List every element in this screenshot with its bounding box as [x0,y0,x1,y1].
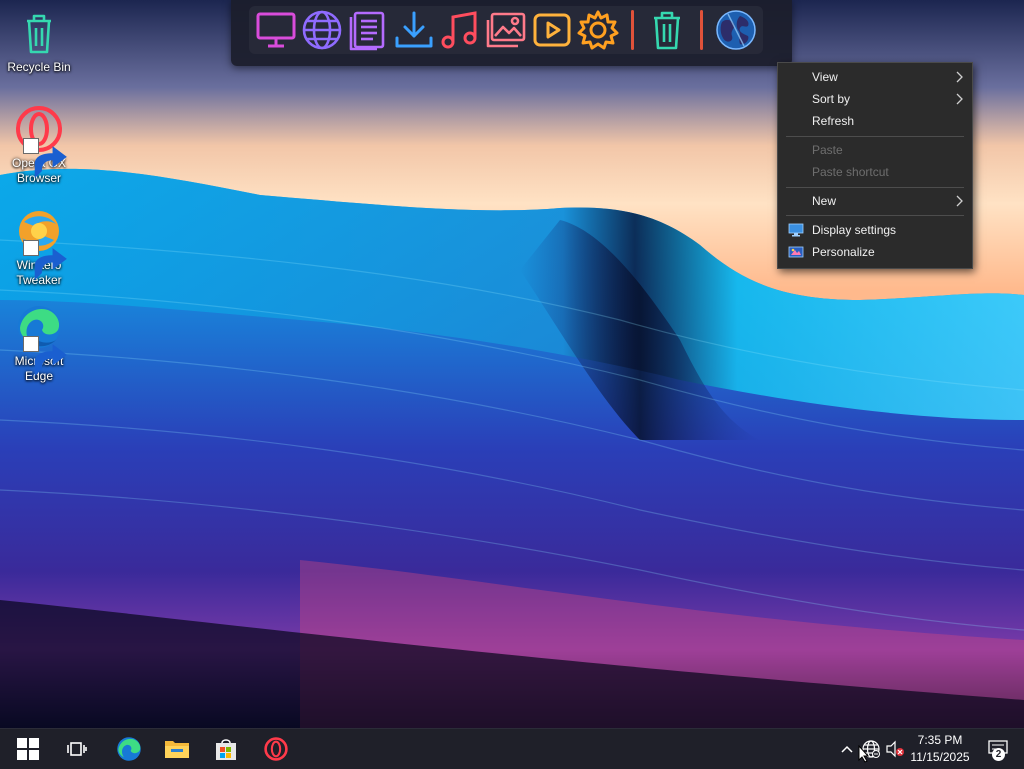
desktop-icon-winaero-tweaker[interactable]: Winaero Tweaker [4,206,74,288]
edge-icon [14,302,67,377]
menu-item-personalize[interactable]: Personalize [778,241,972,263]
gear-icon [577,10,619,50]
globe-icon [302,10,342,50]
taskbar-clock[interactable]: 7:35 PM 11/15/2025 [904,732,976,766]
download-icon [395,11,433,48]
menu-separator [786,187,964,188]
menu-separator [786,136,964,137]
menu-item-new[interactable]: New [778,190,972,212]
clock-time: 7:35 PM [917,733,963,747]
earth-icon [716,10,756,50]
menu-item-view[interactable]: View [778,66,972,88]
dock-globe[interactable] [299,7,345,53]
chevron-right-icon [956,195,963,207]
dock-pictures[interactable] [483,7,529,53]
shortcut-arrow-icon [23,138,67,179]
menu-item-paste[interactable]: Paste [778,139,972,161]
dock-music[interactable] [437,7,483,53]
menu-item-sort-by[interactable]: Sort by [778,88,972,110]
menu-item-label: Paste [812,143,843,157]
menu-item-paste-shortcut[interactable]: Paste shortcut [778,161,972,183]
chevron-right-icon [956,71,963,83]
chevron-up-icon [841,745,853,753]
edge-icon [117,737,141,761]
taskbar-store-button[interactable] [202,729,250,769]
mouse-cursor-icon [858,745,870,763]
dock-separator [631,10,634,50]
dock-tray [249,6,763,54]
taskbar-opera-button[interactable] [252,729,300,769]
shortcut-arrow-icon [23,240,67,281]
dock-separator [700,10,703,50]
menu-item-label: Display settings [812,223,897,237]
dock-settings[interactable] [575,7,621,53]
trash-icon [654,11,680,50]
file-explorer-icon [165,741,189,758]
notification-count-badge: 2 [992,748,1005,761]
menu-item-label: Personalize [812,245,875,259]
desktop-context-menu: View Sort by Refresh Paste Paste shortcu… [777,62,973,269]
chevron-right-icon [956,93,963,105]
dock-documents[interactable] [345,7,391,53]
document-icon [349,11,385,51]
dock-videos[interactable] [529,7,575,53]
monitor-icon [256,12,296,48]
menu-item-label: Paste shortcut [812,165,889,179]
dock-earth[interactable] [713,7,759,53]
volume-muted-icon [886,740,904,758]
menu-item-label: View [812,70,838,84]
desktop-icon-microsoft-edge[interactable]: Microsoft Edge [4,302,74,384]
menu-separator [786,215,964,216]
display-icon [788,223,804,237]
menu-item-refresh[interactable]: Refresh [778,110,972,132]
opera-icon [264,737,288,761]
menu-item-label: Refresh [812,114,855,128]
task-view-icon [67,742,87,756]
task-view-button[interactable] [53,729,101,769]
recycle-bin-icon [14,8,64,58]
desktop-icon-opera-gx[interactable]: Opera GX Browser [4,104,74,186]
dock-monitor[interactable] [253,7,299,53]
menu-item-label: Sort by [812,92,851,106]
winaero-tweaker-icon [14,206,67,281]
taskbar-edge-button[interactable] [105,729,153,769]
menu-item-display-settings[interactable]: Display settings [778,219,972,241]
taskbar-file-explorer-button[interactable] [153,729,201,769]
dock-downloads[interactable] [391,7,437,53]
store-icon [216,739,236,760]
clock-date: 11/15/2025 [910,750,970,764]
app-dock [231,0,792,66]
image-icon [486,12,526,48]
start-button[interactable] [4,729,52,769]
desktop-icon-label: Recycle Bin [7,60,71,74]
show-hidden-icons-button[interactable] [838,729,856,769]
shortcut-arrow-icon [23,336,67,377]
menu-item-label: New [812,194,837,208]
volume-button[interactable] [884,729,906,769]
taskbar: 7:35 PM 11/15/2025 [0,728,1024,769]
video-icon [533,13,571,47]
start-icon [17,738,39,760]
opera-gx-icon [14,104,67,179]
music-icon [441,11,477,49]
personalize-icon [788,246,804,258]
desktop-icon-recycle-bin[interactable]: Recycle Bin [4,8,74,75]
dock-trash[interactable] [644,7,690,53]
